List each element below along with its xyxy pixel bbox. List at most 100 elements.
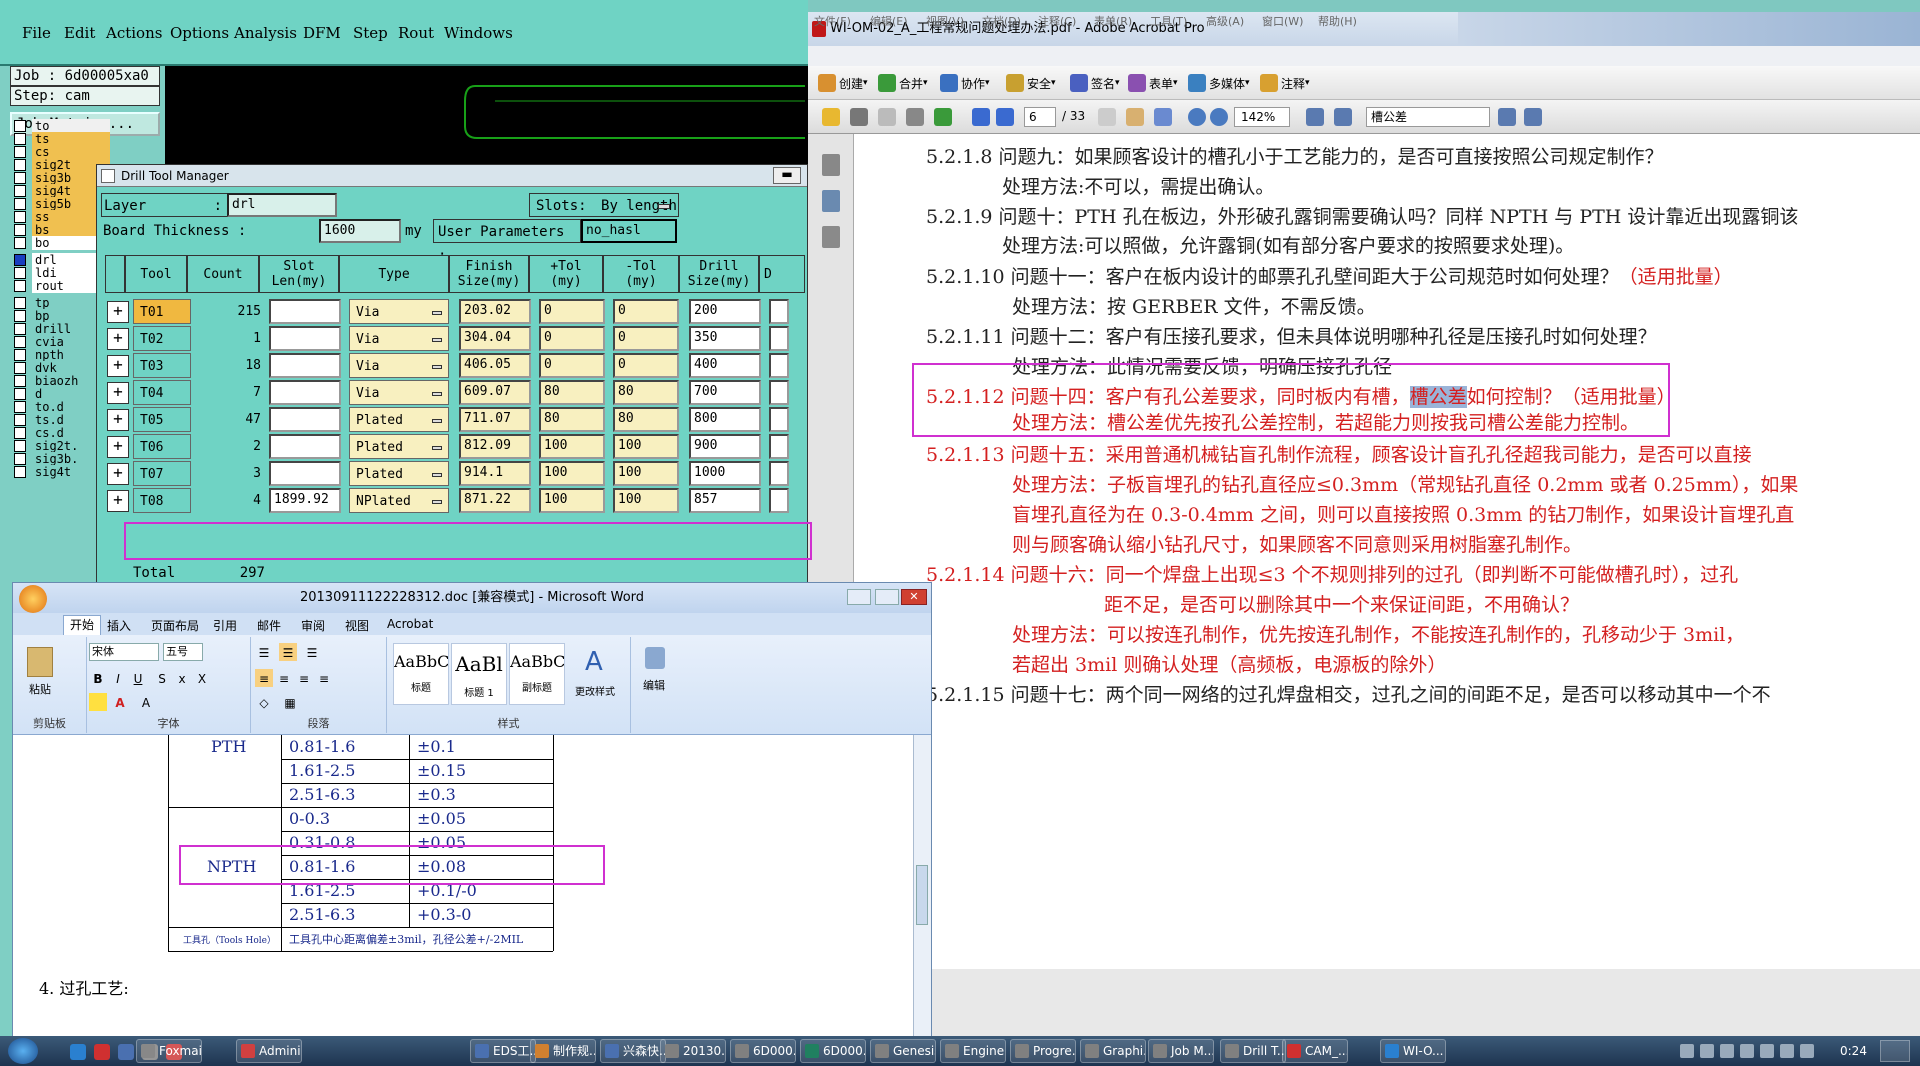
tray-icon[interactable]	[1680, 1044, 1694, 1058]
type-select[interactable]: Via	[349, 380, 449, 405]
drill-size-field[interactable]: 800	[689, 407, 761, 432]
quick-launch-icon[interactable]	[118, 1044, 134, 1060]
acrobat-tool-4[interactable]: 签名 ▾	[1070, 74, 1120, 92]
user-params-field[interactable]: no_hasl	[581, 219, 677, 243]
subscript-icon[interactable]: x	[173, 669, 191, 687]
minus-tol-field[interactable]: 80	[613, 380, 679, 405]
layer-checkbox[interactable]	[14, 465, 26, 478]
plus-tol-field[interactable]: 100	[539, 434, 605, 459]
multilevel-list-icon[interactable]: ☰	[303, 643, 321, 661]
layer-checkbox[interactable]	[14, 400, 26, 413]
slot-len-field[interactable]: 1899.92	[269, 488, 341, 513]
find-next-icon[interactable]	[1524, 108, 1542, 126]
d-field[interactable]	[769, 380, 789, 405]
bold-icon[interactable]: B	[89, 669, 107, 687]
show-desktop-button[interactable]	[1880, 1040, 1910, 1062]
layer-field[interactable]: drl	[227, 193, 337, 217]
taskbar-button[interactable]: 兴森快...	[600, 1039, 666, 1063]
taskbar-button[interactable]: 制作规...	[530, 1039, 596, 1063]
office-button-icon[interactable]	[19, 585, 47, 613]
underline-icon[interactable]: U	[129, 669, 147, 687]
scroll-thumb[interactable]	[916, 865, 928, 925]
tray-icon[interactable]	[1720, 1044, 1734, 1058]
minus-tol-field[interactable]: 100	[613, 488, 679, 513]
type-select[interactable]: Plated	[349, 434, 449, 459]
ribbon-tab[interactable]: 插入	[107, 617, 131, 634]
finish-size-field[interactable]: 871.22	[459, 488, 531, 513]
start-button-icon[interactable]	[8, 1038, 38, 1064]
minus-tol-field[interactable]: 0	[613, 299, 679, 324]
tool-cell[interactable]: T08	[133, 488, 191, 513]
open-folder-icon[interactable]	[822, 108, 840, 126]
plus-tol-field[interactable]: 0	[539, 326, 605, 351]
minus-tol-field[interactable]: 100	[613, 434, 679, 459]
acrobat-tool-0[interactable]: 创建 ▾	[818, 74, 868, 92]
board-thickness-field[interactable]: 1600	[319, 219, 401, 243]
drill-size-field[interactable]: 1000	[689, 461, 761, 486]
layer-checkbox[interactable]	[14, 413, 26, 426]
finish-size-field[interactable]: 711.07	[459, 407, 531, 432]
expand-icon[interactable]: +	[107, 382, 129, 404]
d-field[interactable]	[769, 326, 789, 351]
italic-icon[interactable]: I	[109, 669, 127, 687]
menu-windows[interactable]: Windows	[444, 24, 513, 42]
style-tile[interactable]: AaBl 标题 1	[451, 643, 507, 705]
slot-len-field[interactable]	[269, 434, 341, 459]
find-icon[interactable]	[645, 647, 665, 669]
drill-size-field[interactable]: 400	[689, 353, 761, 378]
acrobat-tool-1[interactable]: 合并 ▾	[878, 74, 928, 92]
type-select[interactable]: Plated	[349, 461, 449, 486]
finish-size-field[interactable]: 914.1	[459, 461, 531, 486]
restore-button[interactable]	[875, 589, 899, 605]
d-field[interactable]	[769, 488, 789, 513]
find-input[interactable]: 槽公差	[1366, 107, 1490, 127]
plus-tol-field[interactable]: 80	[539, 407, 605, 432]
layer-checkbox[interactable]	[14, 426, 26, 439]
hand-tool-icon[interactable]	[1126, 108, 1144, 126]
layer-checkbox[interactable]	[14, 335, 26, 348]
cam-graphics-canvas[interactable]	[165, 66, 808, 164]
highlight-color-icon[interactable]	[89, 693, 107, 711]
layer-checkbox[interactable]	[14, 253, 26, 266]
acrobat-tool-7[interactable]: 注释 ▾	[1260, 74, 1310, 92]
layer-checkbox[interactable]	[14, 145, 26, 158]
signatures-icon[interactable]	[822, 226, 840, 248]
tray-icon[interactable]	[1800, 1044, 1814, 1058]
layer-checkbox[interactable]	[14, 266, 26, 279]
type-select[interactable]: Plated	[349, 407, 449, 432]
slots-control[interactable]: Slots: By length	[529, 193, 679, 217]
align-right-icon[interactable]: ≡	[295, 669, 313, 687]
minimize-icon[interactable]: ▬	[773, 167, 801, 184]
type-select[interactable]: Via	[349, 353, 449, 378]
align-left-icon[interactable]: ≡	[255, 669, 273, 687]
tool-cell[interactable]: T04	[133, 380, 191, 405]
layer-checkbox[interactable]	[14, 158, 26, 171]
d-field[interactable]	[769, 299, 789, 324]
taskbar-button[interactable]: WI-O...	[1380, 1039, 1446, 1063]
prev-page-icon[interactable]	[972, 108, 990, 126]
tool-cell[interactable]: T02	[133, 326, 191, 351]
email-icon[interactable]	[906, 108, 924, 126]
tool-cell[interactable]: T07	[133, 461, 191, 486]
collaborate-icon[interactable]	[934, 108, 952, 126]
taskbar-button[interactable]: Graphi...	[1080, 1039, 1146, 1063]
type-select[interactable]: NPlated	[349, 488, 449, 513]
layer-checkbox[interactable]	[14, 361, 26, 374]
editing-label[interactable]: 编辑	[643, 677, 665, 693]
save-icon[interactable]	[878, 108, 896, 126]
acrobat-tool-2[interactable]: 协作 ▾	[940, 74, 990, 92]
drill-table-row[interactable]: + T08 4 1899.92 NPlated 871.22 100 100 857	[105, 484, 805, 517]
expand-icon[interactable]: +	[107, 301, 129, 323]
numbering-icon[interactable]: ☰	[279, 643, 297, 661]
tray-icon[interactable]	[1760, 1044, 1774, 1058]
acrobat-tool-3[interactable]: 安全 ▾	[1006, 74, 1056, 92]
page-number-input[interactable]: 6	[1024, 107, 1056, 127]
d-field[interactable]	[769, 407, 789, 432]
tool-cell[interactable]: T06	[133, 434, 191, 459]
superscript-icon[interactable]: X	[193, 669, 211, 687]
acrobat-menu-item[interactable]: 表单(R)	[1094, 12, 1132, 32]
drill-size-field[interactable]: 700	[689, 380, 761, 405]
print-icon[interactable]	[850, 108, 868, 126]
slot-len-field[interactable]	[269, 299, 341, 324]
layer-checkbox[interactable]	[14, 322, 26, 335]
